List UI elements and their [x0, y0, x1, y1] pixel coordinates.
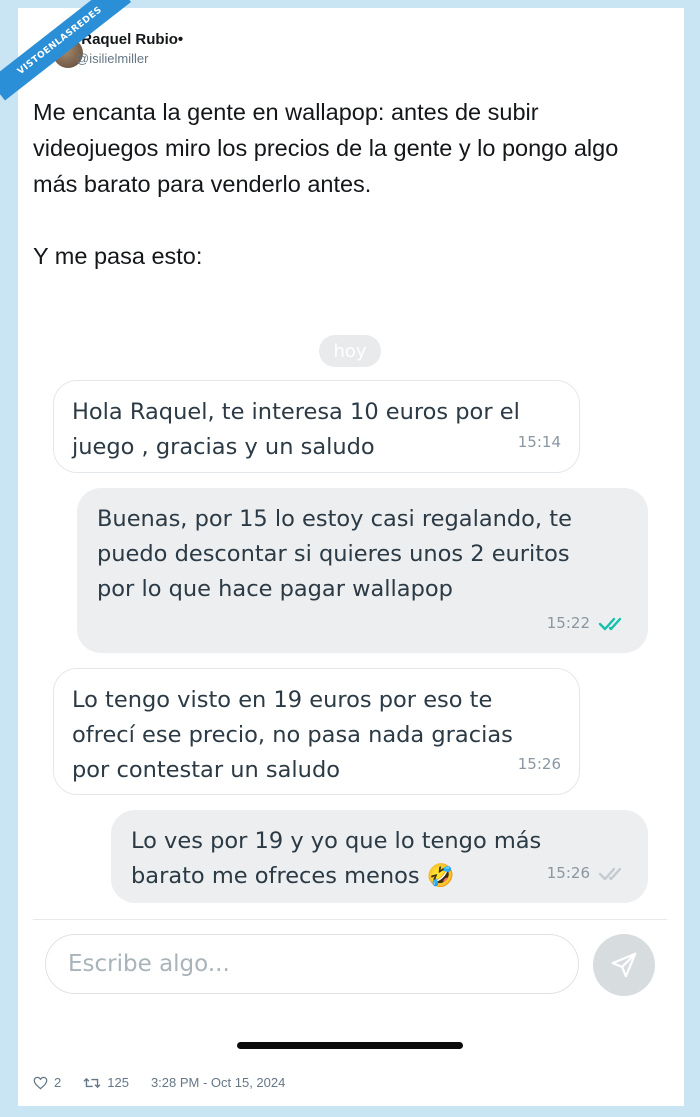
send-button[interactable]	[593, 934, 655, 996]
message-text: Lo tengo visto en 19 euros por eso te of…	[72, 687, 513, 783]
message-time: 15:26	[517, 755, 561, 773]
home-indicator	[237, 1042, 463, 1049]
message-bubble-outgoing[interactable]: Lo ves por 19 y yo que lo tengo más bara…	[111, 810, 648, 903]
message-bubble-incoming[interactable]: Lo tengo visto en 19 euros por eso te of…	[53, 668, 580, 795]
tweet-footer: 2 125 3:28 PM - Oct 15, 2024	[33, 1075, 285, 1090]
tweet-text: Me encanta la gente en wallapop: antes d…	[33, 94, 663, 274]
message-time: 15:22	[546, 614, 590, 632]
message-text: Buenas, por 15 lo estoy casi regalando, …	[97, 506, 572, 602]
message-composer[interactable]	[45, 934, 579, 994]
message-time: 15:14	[517, 433, 561, 451]
message-text: Hola Raquel, te interesa 10 euros por el…	[72, 399, 520, 460]
tweet-paragraph: Me encanta la gente en wallapop: antes d…	[33, 99, 619, 197]
like-count: 2	[54, 1075, 62, 1090]
author-handle[interactable]: @isilielmiller	[76, 51, 148, 66]
read-ticks-icon	[598, 617, 622, 630]
send-icon	[611, 952, 637, 978]
message-bubble-incoming[interactable]: Hola Raquel, te interesa 10 euros por el…	[53, 380, 580, 473]
retweet-count: 125	[107, 1075, 129, 1090]
composer-divider	[33, 919, 667, 920]
retweet-icon[interactable]	[83, 1076, 101, 1090]
tweet-timestamp[interactable]: 3:28 PM - Oct 15, 2024	[151, 1075, 285, 1090]
tweet-paragraph: Y me pasa esto:	[33, 243, 203, 269]
message-time: 15:26	[546, 864, 590, 882]
delivered-ticks-icon	[598, 867, 622, 880]
date-separator: hoy	[319, 335, 381, 367]
message-bubble-outgoing[interactable]: Buenas, por 15 lo estoy casi regalando, …	[77, 488, 648, 653]
author-name[interactable]: •Raquel Rubio•	[76, 31, 183, 48]
heart-icon[interactable]	[33, 1076, 48, 1090]
message-input[interactable]	[66, 950, 578, 978]
